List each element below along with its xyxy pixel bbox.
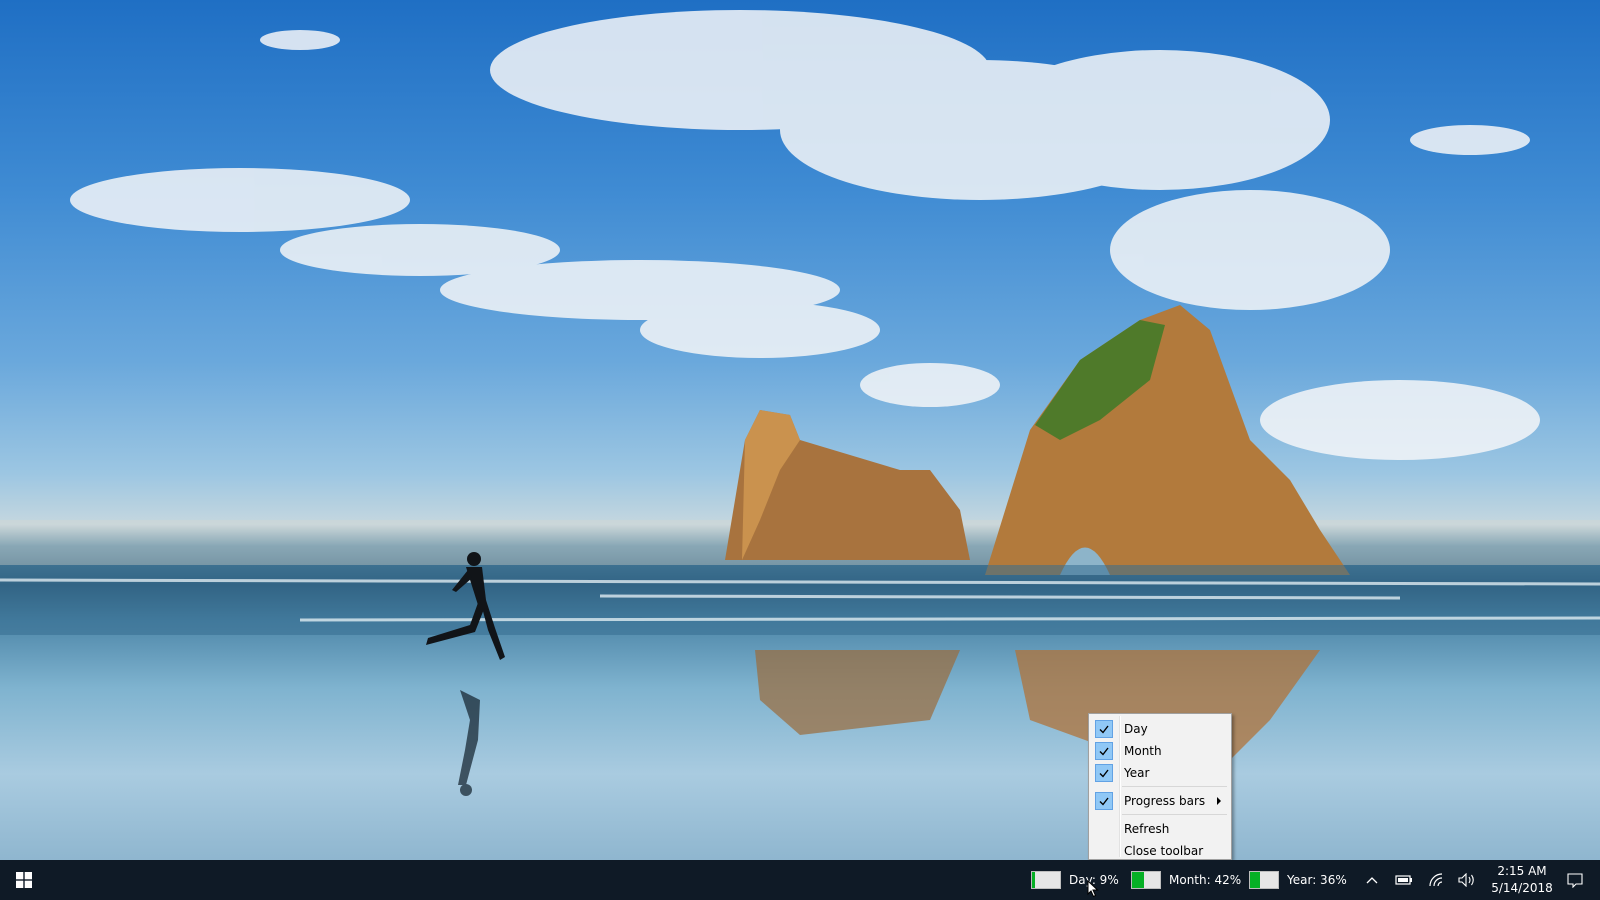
toolbar-context-menu: Day Month Year Progress bars Refresh Clo…: [1088, 713, 1232, 860]
month-progress-meter[interactable]: Month: 42%: [1131, 860, 1241, 900]
battery-icon: [1395, 875, 1412, 885]
day-progress-meter[interactable]: Day: 9%: [1031, 860, 1119, 900]
progress-fill: [1250, 872, 1261, 888]
menu-item-label: Refresh: [1124, 822, 1170, 836]
menu-item-label: Progress bars: [1124, 794, 1206, 808]
windows-logo-icon: [16, 872, 32, 888]
check-icon: [1095, 764, 1113, 782]
wifi-icon: [1429, 873, 1443, 887]
chevron-up-icon: [1366, 877, 1378, 884]
menu-item-progress-bars[interactable]: Progress bars: [1091, 790, 1229, 812]
month-progress-bar: [1131, 871, 1161, 889]
start-button[interactable]: [0, 860, 48, 900]
menu-separator: [1122, 786, 1227, 787]
month-progress-label: Month: 42%: [1169, 873, 1242, 887]
show-hidden-icons-button[interactable]: [1357, 860, 1387, 900]
taskbar: Day: 9% Month: 42% Year: 36% 2:15 AM 5/1…: [0, 860, 1600, 900]
action-center-button[interactable]: [1552, 860, 1598, 900]
wallpaper-scene: [0, 10, 1600, 796]
menu-item-refresh[interactable]: Refresh: [1091, 818, 1229, 840]
menu-item-label: Month: [1124, 744, 1162, 758]
clock-time: 2:15 AM: [1497, 864, 1547, 878]
mouse-cursor-icon: [1087, 880, 1099, 898]
progress-fill: [1132, 872, 1144, 888]
year-progress-bar: [1249, 871, 1279, 889]
check-icon: [1095, 792, 1113, 810]
desktop-wallpaper[interactable]: [0, 0, 1600, 860]
menu-separator: [1122, 814, 1227, 815]
clock-date: 5/14/2018: [1491, 881, 1553, 895]
check-icon: [1095, 720, 1113, 738]
progress-fill: [1032, 872, 1035, 888]
menu-item-month[interactable]: Month: [1091, 740, 1229, 762]
check-icon: [1095, 742, 1113, 760]
menu-item-close-toolbar[interactable]: Close toolbar: [1091, 840, 1229, 862]
menu-item-label: Year: [1124, 766, 1150, 780]
action-center-icon: [1567, 872, 1583, 888]
network-button[interactable]: [1421, 860, 1451, 900]
year-progress-meter[interactable]: Year: 36%: [1249, 860, 1347, 900]
battery-button[interactable]: [1389, 860, 1419, 900]
day-progress-bar: [1031, 871, 1061, 889]
menu-item-label: Close toolbar: [1124, 844, 1204, 858]
menu-item-label: Day: [1124, 722, 1148, 736]
menu-item-year[interactable]: Year: [1091, 762, 1229, 784]
menu-item-day[interactable]: Day: [1091, 718, 1229, 740]
submenu-arrow-icon: [1217, 797, 1221, 805]
year-progress-label: Year: 36%: [1287, 873, 1347, 887]
